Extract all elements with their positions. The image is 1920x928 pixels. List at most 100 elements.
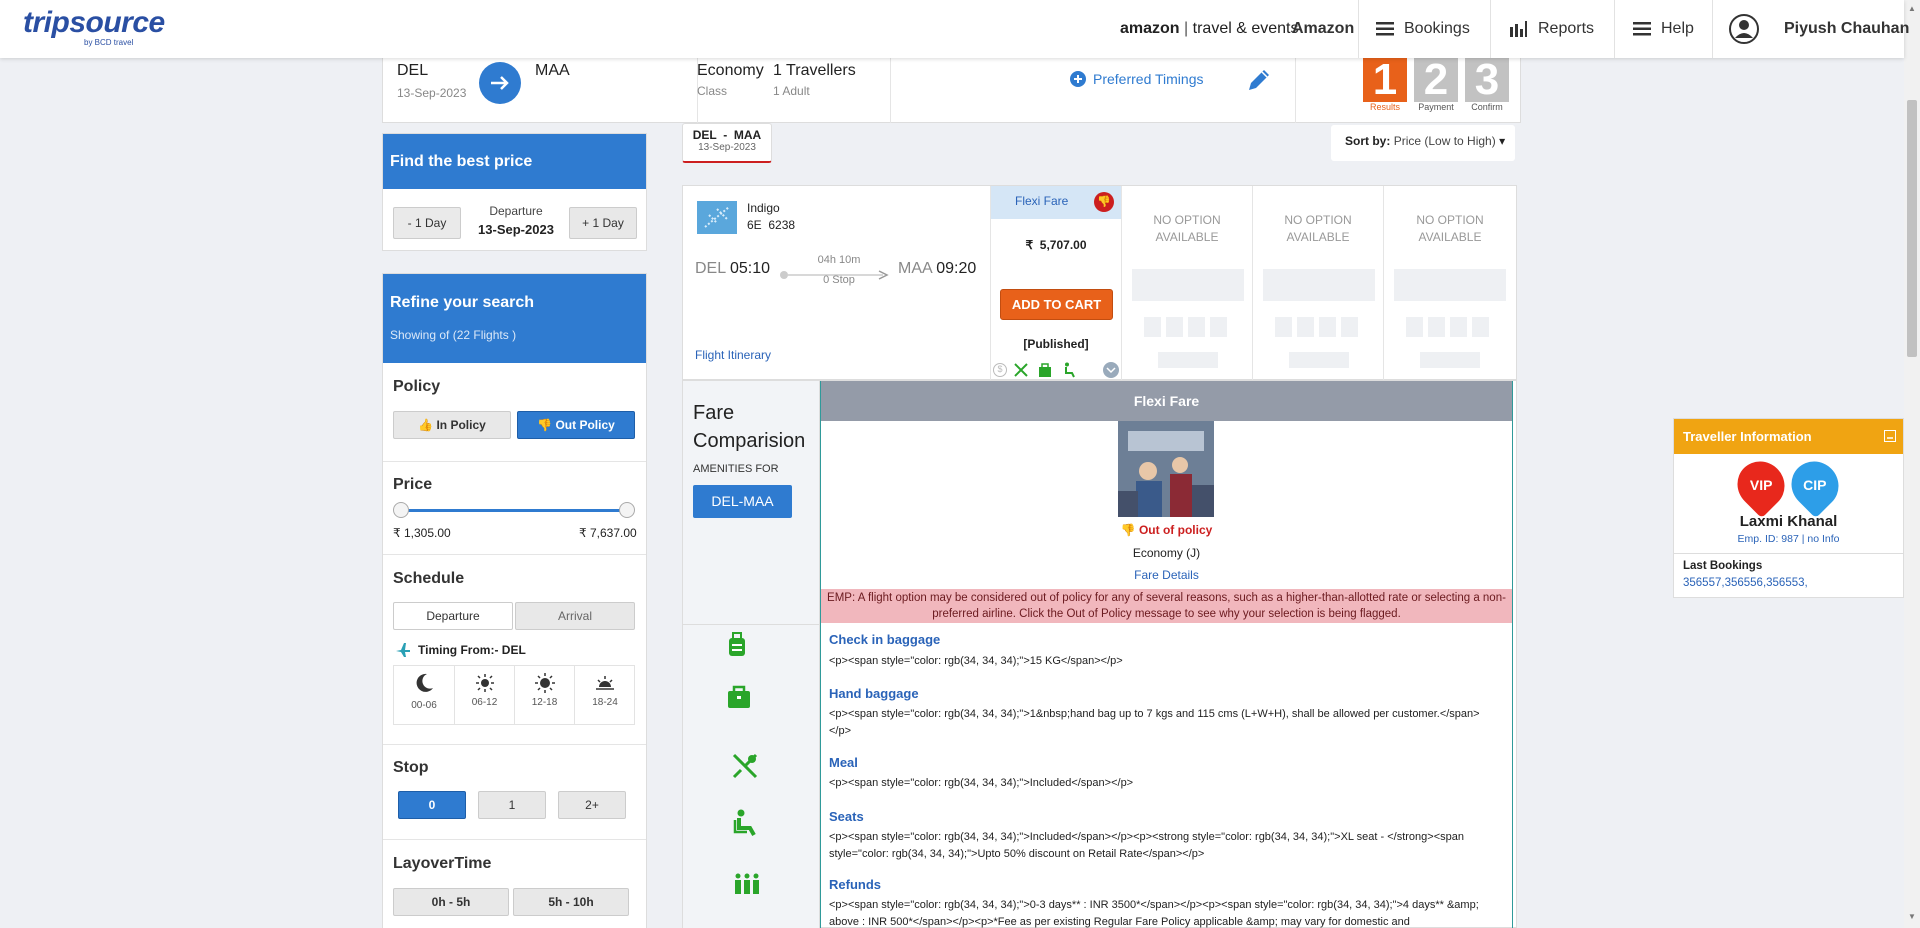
fare-details-link[interactable]: Fare Details — [821, 568, 1512, 582]
last-bookings-label: Last Bookings — [1683, 560, 1763, 572]
price-min-handle[interactable] — [393, 502, 409, 518]
route-button[interactable]: DEL-MAA — [693, 485, 792, 518]
stops-count: 0 Stop — [823, 274, 855, 286]
flight-itinerary-link[interactable]: Flight Itinerary — [695, 348, 771, 362]
out-of-policy-icon[interactable]: 👎 — [1094, 192, 1114, 212]
plus-day-button[interactable]: + 1 Day — [569, 207, 637, 239]
stop-1-button[interactable]: 1 — [478, 791, 546, 819]
cabin-label: Class — [697, 84, 728, 98]
departure-label: Departure — [489, 204, 543, 218]
sun-icon — [515, 672, 574, 697]
company-name: Amazon — [1292, 20, 1355, 37]
search-summary: DEL 13-Sep-2023 MAA Economy Class 1 Trav… — [382, 58, 1521, 123]
step-2: 2 — [1414, 58, 1458, 102]
currency-icon: $ — [993, 363, 1007, 377]
slot-12-18[interactable]: 12-18 — [514, 666, 574, 724]
in-policy-button[interactable]: 👍 In Policy — [393, 411, 511, 439]
price-slider-track[interactable] — [399, 509, 629, 512]
policy-title: Policy — [393, 378, 441, 395]
arrow-right-icon — [479, 62, 521, 104]
employee-id: Emp. ID: 987 | no Info — [1737, 533, 1840, 545]
comparison-title: Fare Comparision — [693, 402, 806, 452]
comparison-sidebar: Fare Comparision AMENITIES FOR DEL-MAA — [683, 381, 820, 928]
no-option-column: NO OPTION AVAILABLE — [1121, 186, 1252, 381]
destination-code: MAA — [535, 62, 570, 79]
refunds-desc: <p><span style="color: rgb(34, 34, 34);"… — [829, 899, 1479, 928]
bookings-label: Bookings — [1404, 20, 1470, 37]
airline-name: Indigo — [747, 201, 780, 215]
menu-icon — [1633, 22, 1651, 39]
traveller-info-title: Traveller Information — [1674, 419, 1903, 454]
departure-info: DEL 05:10 — [695, 260, 771, 277]
user-name: Piyush Chauhan — [1784, 20, 1910, 37]
out-of-policy-link[interactable]: 👎 Out of policy — [821, 523, 1512, 537]
flight-result-card: Indigo 6E 6238 DEL 05:10 04h 10m 0 Stop … — [682, 185, 1517, 381]
collapse-icon[interactable] — [1884, 430, 1896, 442]
menu-icon — [1376, 22, 1394, 39]
out-policy-button[interactable]: 👎 Out Policy — [517, 411, 635, 439]
scrollbar-thumb[interactable] — [1907, 100, 1917, 357]
chevron-down-icon[interactable] — [1103, 362, 1119, 378]
bag-icon — [1037, 362, 1053, 381]
check-in-baggage-title: Check in baggage — [829, 632, 941, 647]
thumbs-down-icon: 👎 — [1120, 523, 1136, 537]
luggage-icon — [727, 632, 747, 661]
stop-title: Stop — [393, 759, 429, 776]
layover-5-10-button[interactable]: 5h - 10h — [513, 888, 629, 916]
layover-0-5-button[interactable]: 0h - 5h — [393, 888, 509, 916]
page-scrollbar[interactable]: ▲ ▼ — [1904, 0, 1920, 928]
airline-logo — [697, 201, 737, 234]
meal-icon — [1013, 362, 1029, 381]
origin-date: 13-Sep-2023 — [397, 86, 467, 100]
refunds-people-icon — [733, 873, 761, 898]
sort-dropdown[interactable]: Sort by: Price (Low to High) ▾ — [1331, 125, 1515, 161]
thumbs-up-icon: 👍 — [418, 418, 434, 432]
vip-badge: VIP — [1727, 451, 1795, 519]
last-bookings-links[interactable]: 356557,356556,356553, — [1683, 577, 1808, 589]
sunset-icon — [575, 672, 635, 697]
departure-tab[interactable]: Departure — [393, 602, 513, 630]
amazon-brand: amazon | travel & events — [1120, 20, 1299, 37]
fare-type: [Published] — [1023, 337, 1089, 351]
meal-desc: <p><span style="color: rgb(34, 34, 34);"… — [829, 777, 1134, 789]
flight-number: 6E 6238 — [747, 218, 796, 232]
fare-price: ₹ 5,707.00 — [1025, 238, 1087, 252]
stop-2plus-button[interactable]: 2+ — [558, 791, 626, 819]
policy-message: EMP: A flight option may be considered o… — [821, 589, 1512, 623]
help-label: Help — [1661, 20, 1694, 37]
seats-title: Seats — [829, 809, 864, 824]
edit-search-icon[interactable] — [1245, 66, 1273, 97]
price-max-handle[interactable] — [619, 502, 635, 518]
price-title: Price — [393, 476, 433, 493]
slot-18-24[interactable]: 18-24 — [574, 666, 635, 724]
stop-0-button[interactable]: 0 — [398, 791, 466, 819]
add-to-cart-button[interactable]: ADD TO CART — [1000, 289, 1113, 320]
tripsource-logo[interactable]: tripsource — [23, 6, 165, 40]
route-tab[interactable]: DEL - MAA 13-Sep-2023 — [682, 123, 772, 163]
seat-icon — [733, 809, 759, 840]
hand-baggage-title: Hand baggage — [829, 686, 919, 701]
hand-baggage-desc: <p><span style="color: rgb(34, 34, 34);"… — [829, 708, 1480, 737]
refine-panel: Refine your search Showing of (22 Flight… — [382, 273, 647, 928]
slot-00-06[interactable]: 00-06 — [394, 666, 454, 724]
flights-count: Showing of (22 Flights ) — [390, 328, 517, 342]
travellers-detail: 1 Adult — [773, 84, 810, 98]
arrival-info: MAA 09:20 — [898, 260, 977, 277]
reports-label: Reports — [1538, 20, 1595, 37]
arrival-tab[interactable]: Arrival — [515, 602, 635, 630]
minus-day-button[interactable]: - 1 Day — [393, 207, 461, 239]
cabin-class: Economy — [697, 62, 764, 79]
origin-code: DEL — [397, 62, 429, 79]
flexi-fare-column: Flexi Fare 👎 ₹ 5,707.00 ADD TO CART [Pub… — [990, 186, 1121, 381]
best-price-title: Find the best price — [383, 134, 646, 189]
best-price-panel: Find the best price - 1 Day Departure 13… — [382, 133, 647, 251]
cabin-photo — [1118, 421, 1214, 517]
slot-06-12[interactable]: 06-12 — [454, 666, 514, 724]
plus-circle-icon — [1069, 70, 1087, 91]
hand-bag-icon — [727, 683, 751, 712]
meal-icon — [731, 752, 759, 783]
top-header: tripsource by BCD travel amazon | travel… — [0, 0, 1909, 58]
price-min: ₹ 1,305.00 — [393, 526, 451, 540]
fare-column-title: Flexi Fare — [821, 381, 1512, 421]
no-option-column: NO OPTION AVAILABLE — [1252, 186, 1383, 381]
